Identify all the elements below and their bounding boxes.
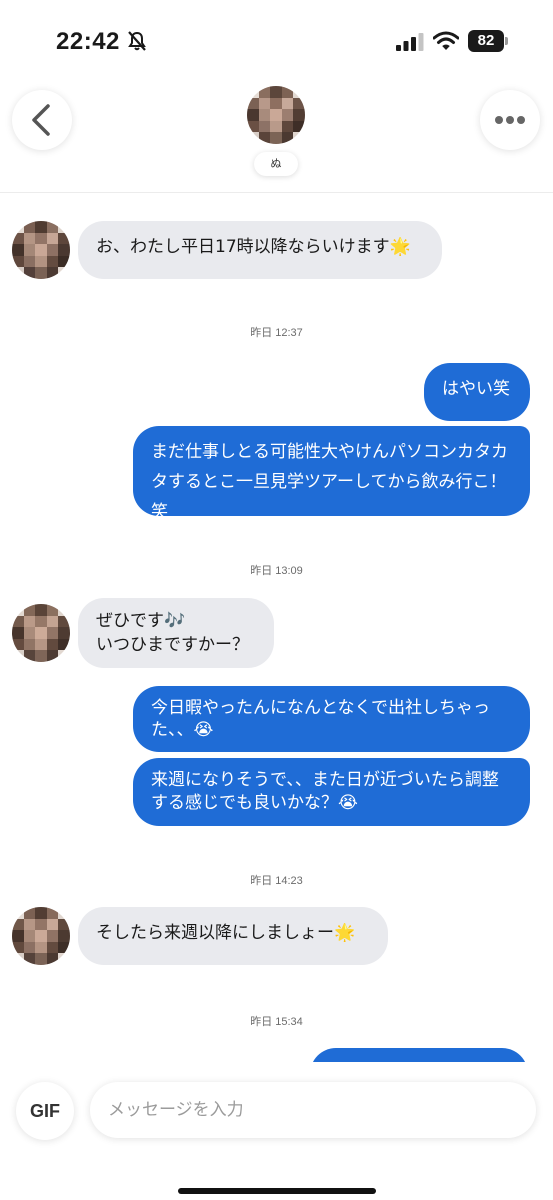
sender-avatar[interactable] bbox=[12, 907, 70, 965]
incoming-message-bubble[interactable]: お、わたし平日17時以降ならいけます🌟 bbox=[78, 221, 442, 279]
message-timestamp: 昨日 15:34 bbox=[250, 1016, 303, 1028]
signal-icon bbox=[396, 33, 424, 51]
wifi-icon bbox=[433, 31, 459, 50]
outgoing-message-bubble[interactable]: 今日暇やったんになんとなくで出社しちゃった、、😭 bbox=[133, 686, 530, 752]
message-timestamp: 昨日 12:37 bbox=[250, 327, 303, 339]
battery-level: 82 bbox=[468, 30, 504, 52]
outgoing-message-bubble[interactable]: 来週になりそうで、、また日が近づいたら調整する感じでも良いかな？😭 bbox=[133, 758, 530, 826]
battery-tip bbox=[505, 37, 508, 45]
more-options-button[interactable] bbox=[480, 90, 540, 150]
contact-avatar[interactable] bbox=[247, 86, 305, 144]
gif-button[interactable]: GIF bbox=[16, 1082, 74, 1140]
clock: 22:42 bbox=[56, 28, 120, 55]
message-timestamp: 昨日 13:09 bbox=[250, 565, 303, 577]
battery-indicator: 82 bbox=[468, 30, 508, 52]
back-chevron-icon bbox=[32, 104, 50, 136]
sender-avatar[interactable] bbox=[12, 604, 70, 662]
contact-name[interactable]: ぬ bbox=[254, 152, 298, 176]
message-input[interactable] bbox=[90, 1082, 536, 1138]
incoming-message-bubble[interactable]: ぜひです🎶 いつひまですかー？ bbox=[78, 598, 274, 668]
incoming-message-bubble[interactable]: そしたら来週以降にしましょー🌟 bbox=[78, 907, 388, 965]
header-divider bbox=[0, 192, 553, 193]
outgoing-message-bubble[interactable]: まだ仕事しとる可能性大やけんパソコンカタカタするとこ一旦見学ツアーしてから飲み行… bbox=[133, 426, 530, 522]
outgoing-message-bubble[interactable]: はやい笑 bbox=[424, 363, 530, 421]
more-dots-icon bbox=[495, 116, 525, 124]
mute-icon bbox=[128, 31, 146, 51]
home-indicator bbox=[178, 1188, 376, 1194]
sender-avatar[interactable] bbox=[12, 221, 70, 279]
back-button[interactable] bbox=[12, 90, 72, 150]
chat-header: ぬ bbox=[0, 80, 553, 193]
status-bar: 22:42 82 bbox=[0, 0, 553, 80]
message-timestamp: 昨日 14:23 bbox=[250, 875, 303, 887]
message-composer: GIF bbox=[0, 1062, 553, 1200]
